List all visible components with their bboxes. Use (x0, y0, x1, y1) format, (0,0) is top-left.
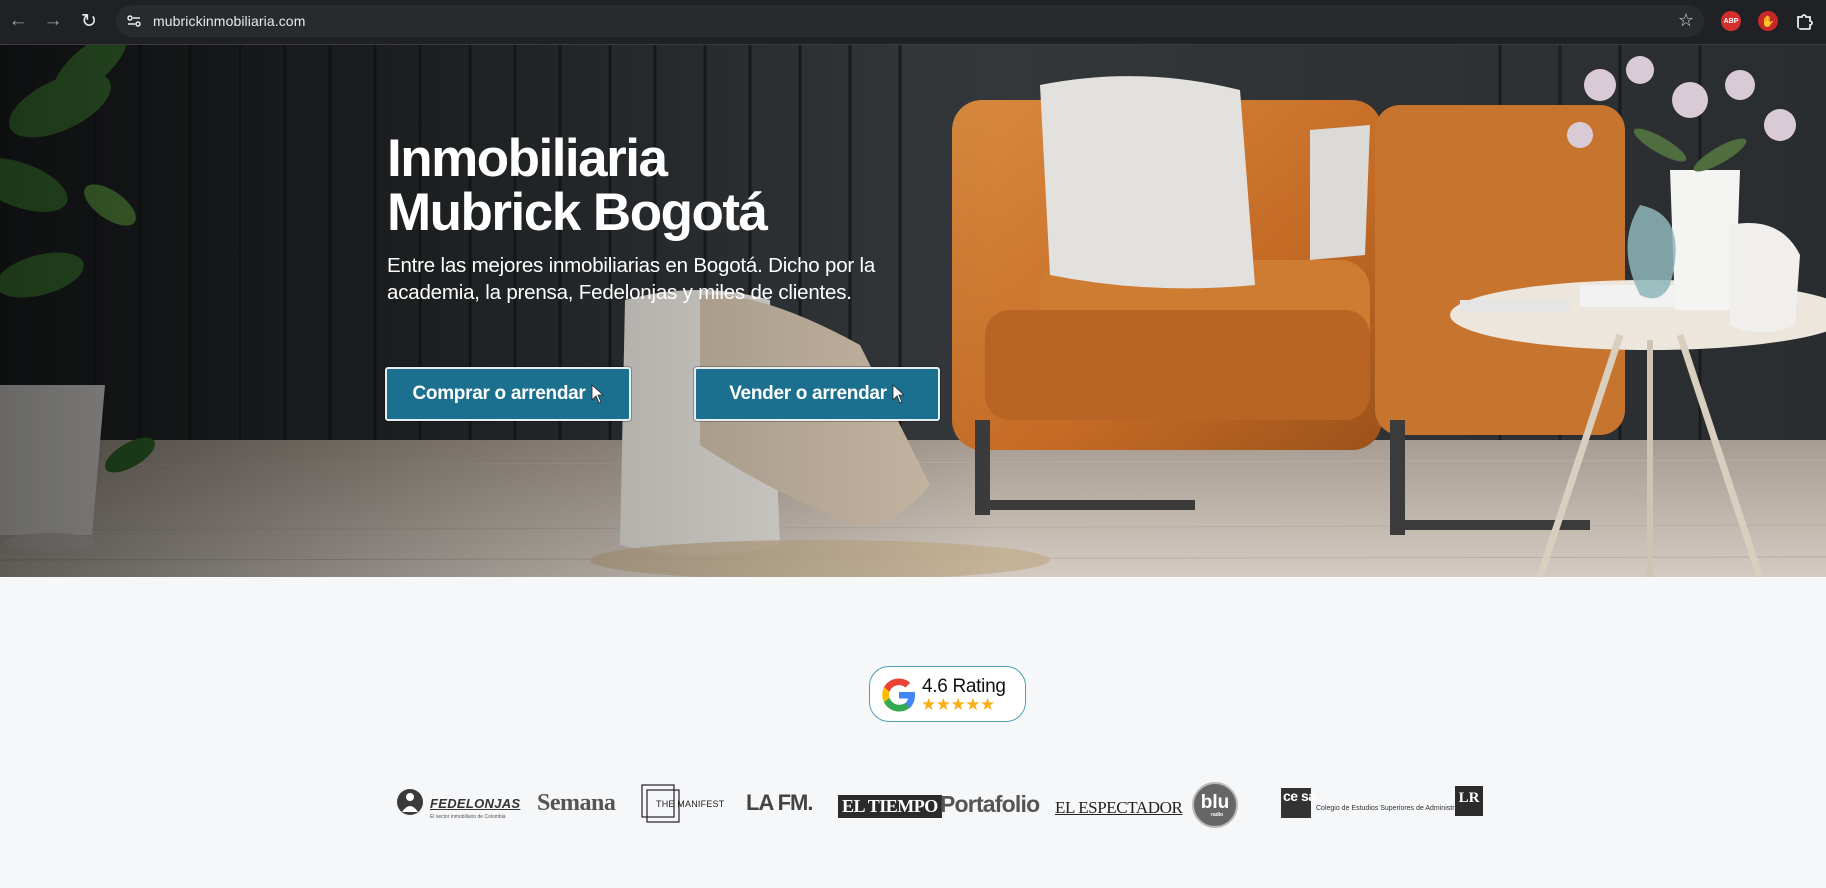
sell-or-rent-button[interactable]: Vender o arrendar (694, 367, 940, 421)
blu-radio-logo: blu radio (1192, 782, 1238, 828)
the-manifest-logo: THE MANIFEST (641, 784, 724, 823)
cesa-full-name: Colegio de Estudios Superiores de Admini… (1316, 805, 1472, 812)
buy-or-rent-button[interactable]: Comprar o arrendar (385, 367, 631, 421)
cursor-icon (591, 384, 604, 404)
blu-radio-name: blu (1200, 792, 1230, 813)
url-text[interactable]: mubrickinmobiliaria.com (153, 13, 305, 29)
el-tiempo-logo: EL TIEMPO (838, 795, 942, 818)
blu-radio-subtitle: radio (1211, 812, 1224, 818)
la-fm-logo: LA FM. (746, 790, 813, 815)
hero-section: Inmobiliaria Mubrick Bogotá Entre las me… (0, 45, 1826, 577)
arrow-left-icon: ← (8, 10, 28, 31)
la-republica-logo: LR (1455, 786, 1483, 816)
buy-or-rent-label: Comprar o arrendar (412, 383, 586, 404)
arrow-right-icon: → (43, 10, 63, 31)
address-bar[interactable]: mubrickinmobiliaria.com ☆ (116, 5, 1704, 37)
google-g-icon (882, 678, 915, 712)
living-room-background-image (0, 45, 1826, 577)
rating-stars-icon: ★★★★★ (921, 695, 995, 714)
adblock-plus-icon[interactable]: ABP (1721, 11, 1741, 31)
reload-button[interactable]: ↻ (79, 9, 99, 33)
hero-title-line-1: Inmobiliaria (387, 129, 668, 188)
el-espectador-logo: EL ESPECTADOR (1055, 798, 1183, 817)
fedelonjas-name: FEDELONJAS (430, 796, 521, 811)
hero-title: Inmobiliaria Mubrick Bogotá (387, 132, 987, 240)
extensions-puzzle-icon[interactable] (1795, 11, 1815, 31)
sell-or-rent-label: Vender o arrendar (729, 383, 887, 404)
browser-toolbar: ← → ↻ mubrickinmobiliaria.com ☆ ABP ✋ (0, 0, 1826, 45)
fedelonjas-tagline: El sector inmobiliario de Colombia (430, 814, 506, 820)
hero-title-line-2: Mubrick Bogotá (387, 183, 768, 242)
hero-subtitle: Entre las mejores inmobiliarias en Bogot… (387, 254, 876, 304)
forward-button[interactable]: → (43, 9, 63, 33)
la-republica-mark: LR (1458, 790, 1480, 806)
semana-logo: Semana (537, 790, 616, 816)
google-rating-badge[interactable]: 4.6 Rating ★★★★★ (869, 666, 1026, 722)
back-button[interactable]: ← (8, 9, 28, 33)
abp-label: ABP (1723, 17, 1739, 25)
stop-hand-icon[interactable]: ✋ (1758, 11, 1778, 31)
fedelonjas-logo: FEDELONJAS El sector inmobiliario de Col… (396, 786, 520, 823)
fedelonjas-emblem-icon (397, 789, 423, 815)
cursor-icon (892, 384, 905, 404)
cesa-mark: ce sa (1281, 788, 1316, 818)
star-icon[interactable]: ☆ (1678, 10, 1694, 31)
portafolio-logo: Portafolio (940, 791, 1040, 817)
the-manifest-name: THE MANIFEST (656, 799, 725, 809)
reload-icon: ↻ (81, 10, 97, 32)
site-settings-icon[interactable] (126, 13, 142, 29)
